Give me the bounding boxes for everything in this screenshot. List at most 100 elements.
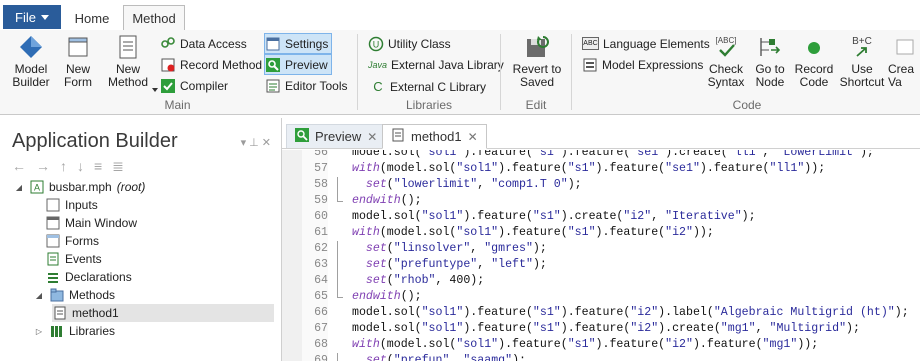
window-icon [45, 216, 60, 231]
code-line[interactable]: 62 set("linsolver", "gmres"); [282, 241, 920, 257]
code-line[interactable]: 69 set("prefun", "saamg"); [282, 353, 920, 361]
code-line[interactable]: 64 set("rhob", 400); [282, 273, 920, 289]
tree-node-forms[interactable]: Forms [45, 232, 99, 250]
tree-toolbar: ← → ↑ ↓ ≡ ≣ [12, 158, 124, 175]
code-text: model.sol("sol1").feature("s1").create("… [352, 210, 756, 223]
expand-toggle-icon[interactable]: ◢ [34, 291, 44, 300]
external-c-library-button[interactable]: C External C Library [370, 77, 486, 96]
new-method-dropdown-icon[interactable] [152, 88, 158, 92]
go-to-node-button[interactable]: Go to Node [750, 34, 790, 89]
close-icon[interactable]: ✕ [468, 130, 478, 144]
expand-all-icon[interactable]: ≣ [112, 158, 124, 175]
model-builder-button[interactable]: Model Builder [10, 34, 52, 89]
events-icon [45, 252, 60, 267]
down-arrow-icon[interactable]: ↓ [77, 158, 84, 175]
revert-to-saved-button[interactable]: Revert to Saved [509, 34, 565, 89]
code-text: endwith(); [352, 290, 422, 303]
application-builder-panel: Application Builder ▾ ⊥ ✕ ← → ↑ ↓ ≡ ≣ ◢ … [0, 118, 282, 361]
line-number: 69 [302, 353, 328, 361]
code-editor[interactable]: 56 model.sol("sol1").feature("s1").featur… [282, 150, 920, 361]
collapse-all-icon[interactable]: ≡ [94, 158, 102, 175]
tree-node-main-window[interactable]: Main Window [45, 214, 137, 232]
tree-node-declarations[interactable]: Declarations [45, 268, 132, 286]
check-syntax-button[interactable]: [ABC] Check Syntax [706, 34, 746, 89]
line-number: 61 [302, 225, 328, 241]
code-line[interactable]: 61 with(model.sol("sol1").feature("s1").f… [282, 225, 920, 241]
code-line[interactable]: 59 endwith(); [282, 193, 920, 209]
tab-home[interactable]: Home [66, 6, 118, 30]
close-icon[interactable]: ✕ [367, 130, 377, 144]
settings-icon [265, 36, 281, 52]
line-number: 57 [302, 161, 328, 177]
code-text: set("lowerlimit", "comp1.T 0"); [365, 178, 582, 191]
tree-node-inputs[interactable]: Inputs [45, 196, 98, 214]
up-arrow-icon[interactable]: ↑ [60, 158, 67, 175]
revert-icon [523, 34, 551, 60]
editor-tools-icon [265, 78, 281, 94]
forward-arrow-icon[interactable]: → [36, 158, 50, 175]
back-arrow-icon[interactable]: ← [12, 158, 26, 175]
check-syntax-icon: [ABC] [712, 34, 740, 60]
ribbon-group-edit: Revert to Saved Edit [503, 30, 569, 114]
panel-window-controls[interactable]: ▾ ⊥ ✕ [241, 136, 271, 149]
code-text: with(model.sol("sol1").feature("s1").fea… [352, 162, 826, 175]
tree-node-methods[interactable]: ◢ Methods [34, 286, 115, 304]
code-text: with(model.sol("sol1").feature("s1").fea… [352, 226, 714, 239]
code-line[interactable]: 65 endwith(); [282, 289, 920, 305]
code-line[interactable]: 57 with(model.sol("sol1").feature("s1").f… [282, 161, 920, 177]
utility-class-icon: U [368, 36, 384, 52]
new-method-button[interactable]: New Method [102, 34, 154, 89]
tree-node-root[interactable]: ◢ A busbar.mph (root) [14, 178, 145, 196]
create-variable-button[interactable]: Crea Va [888, 34, 920, 89]
ribbon-separator [500, 34, 501, 110]
line-number: 65 [302, 289, 328, 305]
data-access-button[interactable]: Data Access [160, 34, 247, 53]
new-method-label: New Method [107, 62, 149, 89]
use-shortcut-button[interactable]: B+C Use Shortcut [838, 34, 886, 89]
code-line[interactable]: 58 set("lowerlimit", "comp1.T 0"); [282, 177, 920, 193]
code-text: model.sol("sol1").feature("s1").feature(… [352, 150, 874, 159]
new-form-button[interactable]: New Form [58, 34, 98, 89]
code-line[interactable]: 66 model.sol("sol1").feature("s1").featur… [282, 305, 920, 321]
record-method-button[interactable]: Record Method [160, 55, 262, 74]
tab-method[interactable]: Method [123, 5, 185, 31]
model-expressions-button[interactable]: Model Expressions [582, 55, 703, 74]
language-elements-button[interactable]: ABC Language Elements [582, 34, 710, 53]
editor-tools-button[interactable]: Editor Tools [265, 76, 347, 95]
model-builder-label: Model Builder [12, 62, 50, 89]
compiler-button[interactable]: Compiler [160, 76, 228, 95]
method-icon [52, 306, 67, 321]
utility-class-label: Utility Class [388, 36, 451, 51]
tab-method1[interactable]: method1 ✕ [382, 124, 487, 149]
expand-toggle-icon[interactable]: ◢ [14, 183, 24, 192]
code-line[interactable]: 67 model.sol("sol1").feature("s1").featur… [282, 321, 920, 337]
file-menu-button[interactable]: File [3, 5, 61, 29]
external-c-label: External C Library [390, 79, 487, 94]
libraries-icon [49, 324, 64, 339]
code-text: with(model.sol("sol1").feature("s1").fea… [352, 338, 819, 351]
tree-node-events[interactable]: Events [45, 250, 102, 268]
preview-label: Preview [285, 57, 328, 72]
line-number: 64 [302, 273, 328, 289]
fold-guide [337, 241, 348, 257]
code-line[interactable]: 63 set("prefuntype", "left"); [282, 257, 920, 273]
preview-button[interactable]: Preview [264, 54, 332, 75]
fold-guide [337, 353, 348, 361]
code-line[interactable]: 68 with(model.sol("sol1").feature("s1").f… [282, 337, 920, 353]
tree-node-libraries[interactable]: ▷ Libraries [34, 322, 115, 340]
expand-toggle-icon[interactable]: ▷ [34, 327, 44, 336]
record-code-button[interactable]: Record Code [792, 34, 836, 89]
utility-class-button[interactable]: U Utility Class [368, 34, 451, 53]
external-java-library-button[interactable]: Java External Java Library [368, 55, 504, 74]
external-java-label: External Java Library [391, 57, 504, 72]
tree-node-method1[interactable]: method1 [52, 304, 274, 322]
code-line[interactable]: 56 model.sol("sol1").feature("s1").featur… [282, 150, 920, 161]
panel-title: Application Builder [12, 130, 178, 152]
method-doc-icon [114, 34, 142, 60]
code-line[interactable]: 60 model.sol("sol1").feature("s1").create… [282, 209, 920, 225]
code-text: set("prefun", "saamg"); [365, 354, 526, 361]
tab-preview[interactable]: Preview ✕ [286, 124, 387, 148]
settings-button[interactable]: Settings [264, 33, 333, 54]
line-number: 59 [302, 193, 328, 209]
chevron-down-icon [40, 14, 49, 20]
